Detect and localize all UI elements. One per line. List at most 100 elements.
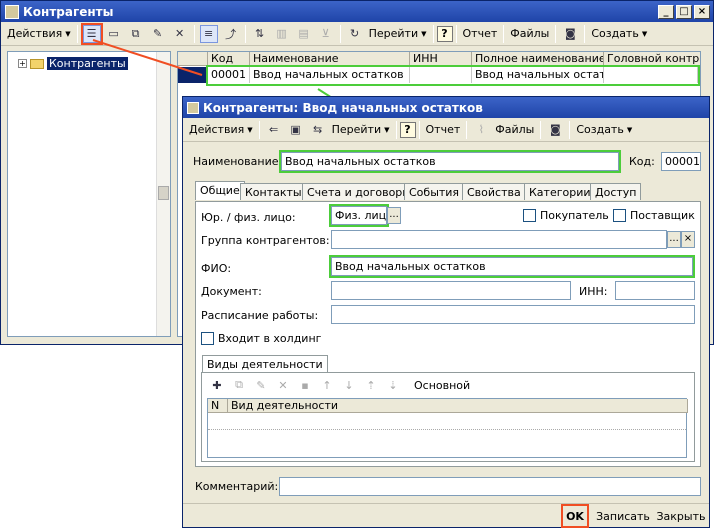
holding-checkbox[interactable]: Входит в холдинг [201, 332, 321, 345]
name-field[interactable]: Ввод начальных остатков [279, 150, 621, 173]
minimize-button[interactable]: _ [658, 4, 674, 19]
save-close-icon[interactable]: ⇐ [265, 121, 283, 139]
tree-scrollbar[interactable] [156, 52, 170, 336]
hierarchy-icon[interactable]: ≡ [199, 24, 218, 43]
filter-settings-icon[interactable]: ▤ [295, 25, 313, 43]
sort-desc-icon[interactable]: ⇣ [384, 376, 402, 394]
delete-row-icon[interactable]: ✕ [274, 376, 292, 394]
group-select-button[interactable]: ... [667, 231, 681, 248]
grid-header-code[interactable]: Код [208, 52, 250, 66]
tab-access[interactable]: Доступ [590, 183, 642, 200]
actions-menu[interactable]: Действия ▼ [4, 24, 74, 44]
toolbar-separator [540, 120, 542, 139]
document-field[interactable] [331, 281, 571, 300]
ok-button[interactable]: OK [561, 504, 589, 528]
activity-header-n[interactable]: N [208, 399, 228, 413]
delete-item-icon[interactable]: ✕ [171, 25, 189, 43]
end-edit-icon[interactable]: ▪ [296, 376, 314, 394]
legal-type-field[interactable]: Физ. лицо [329, 204, 389, 227]
tab-general[interactable]: Общие [195, 181, 245, 200]
dialog-goto-menu[interactable]: Перейти ▼ [329, 120, 393, 140]
inn-field[interactable] [615, 281, 695, 300]
folder-icon [30, 58, 44, 69]
grid-header-head-org[interactable]: Головной контраг [604, 52, 700, 66]
add-row-icon[interactable]: ✚ [208, 376, 226, 394]
supplier-checkbox[interactable]: Поставщик [613, 209, 695, 222]
dialog-report-button[interactable]: Отчет [423, 120, 464, 140]
dialog-create-menu[interactable]: Создать ▼ [573, 120, 635, 140]
level-up-icon[interactable]: ⤴ [222, 25, 240, 43]
sort-icon[interactable]: ⇅ [251, 25, 269, 43]
close-button[interactable]: × [694, 4, 710, 19]
filter-icon[interactable]: ▥ [273, 25, 291, 43]
tab-categories[interactable]: Категории [524, 183, 596, 200]
edit-item-icon[interactable]: ✎ [149, 25, 167, 43]
site-icon[interactable]: ◙ [561, 25, 579, 43]
save-button[interactable]: Записать [593, 505, 653, 527]
checkbox-box[interactable] [613, 209, 626, 222]
schedule-field[interactable] [331, 305, 695, 324]
clear-filter-icon[interactable]: ⊻ [317, 25, 335, 43]
group-field[interactable] [331, 230, 667, 249]
buyer-checkbox[interactable]: Покупатель [523, 209, 609, 222]
structure-icon[interactable]: ⇆ [309, 121, 327, 139]
goto-menu[interactable]: Перейти ▼ [366, 24, 430, 44]
tab-events[interactable]: События [404, 183, 465, 200]
move-down-icon[interactable]: ↓ [340, 376, 358, 394]
actions-label: Действия [189, 123, 245, 136]
activity-header-kind[interactable]: Вид деятельности [228, 399, 688, 413]
code-field[interactable]: 00001 [661, 152, 701, 171]
attach-icon[interactable]: ⌇ [472, 121, 490, 139]
add-folder-icon[interactable]: ▭ [105, 25, 123, 43]
code-label: Код: [629, 155, 655, 168]
scroll-thumb[interactable] [158, 186, 169, 200]
edit-row-icon[interactable]: ✎ [252, 376, 270, 394]
checkbox-box[interactable] [523, 209, 536, 222]
move-up-icon[interactable]: ↑ [318, 376, 336, 394]
actions-label: Действия [7, 27, 63, 40]
add-item-icon[interactable]: ☰ [80, 22, 103, 45]
toolbar-separator [339, 24, 341, 43]
comment-field[interactable] [279, 477, 701, 496]
tab-accounts[interactable]: Счета и договоры [302, 183, 416, 200]
group-clear-button[interactable]: × [681, 231, 695, 248]
main-titlebar[interactable]: Контрагенты _ □ × [1, 1, 713, 22]
files-button[interactable]: Файлы [507, 24, 552, 44]
toolbar-separator [455, 24, 457, 43]
create-menu[interactable]: Создать ▼ [588, 24, 650, 44]
copy-row-icon[interactable]: ⧉ [230, 376, 248, 394]
fio-field[interactable]: Ввод начальных остатков [329, 255, 695, 278]
grid-header-name[interactable]: Наименование [250, 52, 410, 66]
site-icon[interactable]: ◙ [546, 121, 564, 139]
table-row[interactable]: 00001 Ввод начальных остатков Ввод начал… [178, 65, 700, 86]
dialog-titlebar[interactable]: Контрагенты: Ввод начальных остатков [183, 97, 709, 118]
maximize-button[interactable]: □ [676, 4, 692, 19]
tab-strip: Общие Контакты Счета и договоры События … [195, 181, 701, 203]
grid-header-full-name[interactable]: Полное наименование [472, 52, 604, 66]
tab-contacts[interactable]: Контакты [240, 183, 307, 200]
post-icon[interactable]: ▣ [287, 121, 305, 139]
cell-full-name: Ввод начальных остатк… [472, 67, 604, 83]
cell-head-org [604, 67, 698, 83]
help-icon[interactable]: ? [436, 25, 453, 42]
grid-header-inn[interactable]: ИНН [410, 52, 472, 66]
help-icon[interactable]: ? [399, 121, 416, 138]
dialog-title: Контрагенты: Ввод начальных остатков [203, 100, 483, 115]
close-dialog-button[interactable]: Закрыть [655, 505, 707, 527]
expand-icon[interactable]: + [18, 59, 27, 68]
dialog-actions-menu[interactable]: Действия ▼ [186, 120, 256, 140]
cell-code: 00001 [208, 67, 250, 83]
activity-primary-button[interactable]: Основной [411, 375, 473, 395]
tab-properties[interactable]: Свойства [462, 183, 526, 200]
dialog-files-button[interactable]: Файлы [492, 120, 537, 140]
report-button[interactable]: Отчет [460, 24, 501, 44]
sort-asc-icon[interactable]: ⇡ [362, 376, 380, 394]
refresh-icon[interactable]: ↻ [346, 25, 364, 43]
supplier-label: Поставщик [630, 209, 695, 222]
checkbox-box[interactable] [201, 332, 214, 345]
copy-item-icon[interactable]: ⧉ [127, 25, 145, 43]
toolbar-separator [503, 24, 505, 43]
legal-type-select-button[interactable]: ... [387, 207, 401, 224]
activity-empty-row[interactable] [208, 414, 686, 430]
tree-root-item[interactable]: + Контрагенты [18, 57, 128, 70]
